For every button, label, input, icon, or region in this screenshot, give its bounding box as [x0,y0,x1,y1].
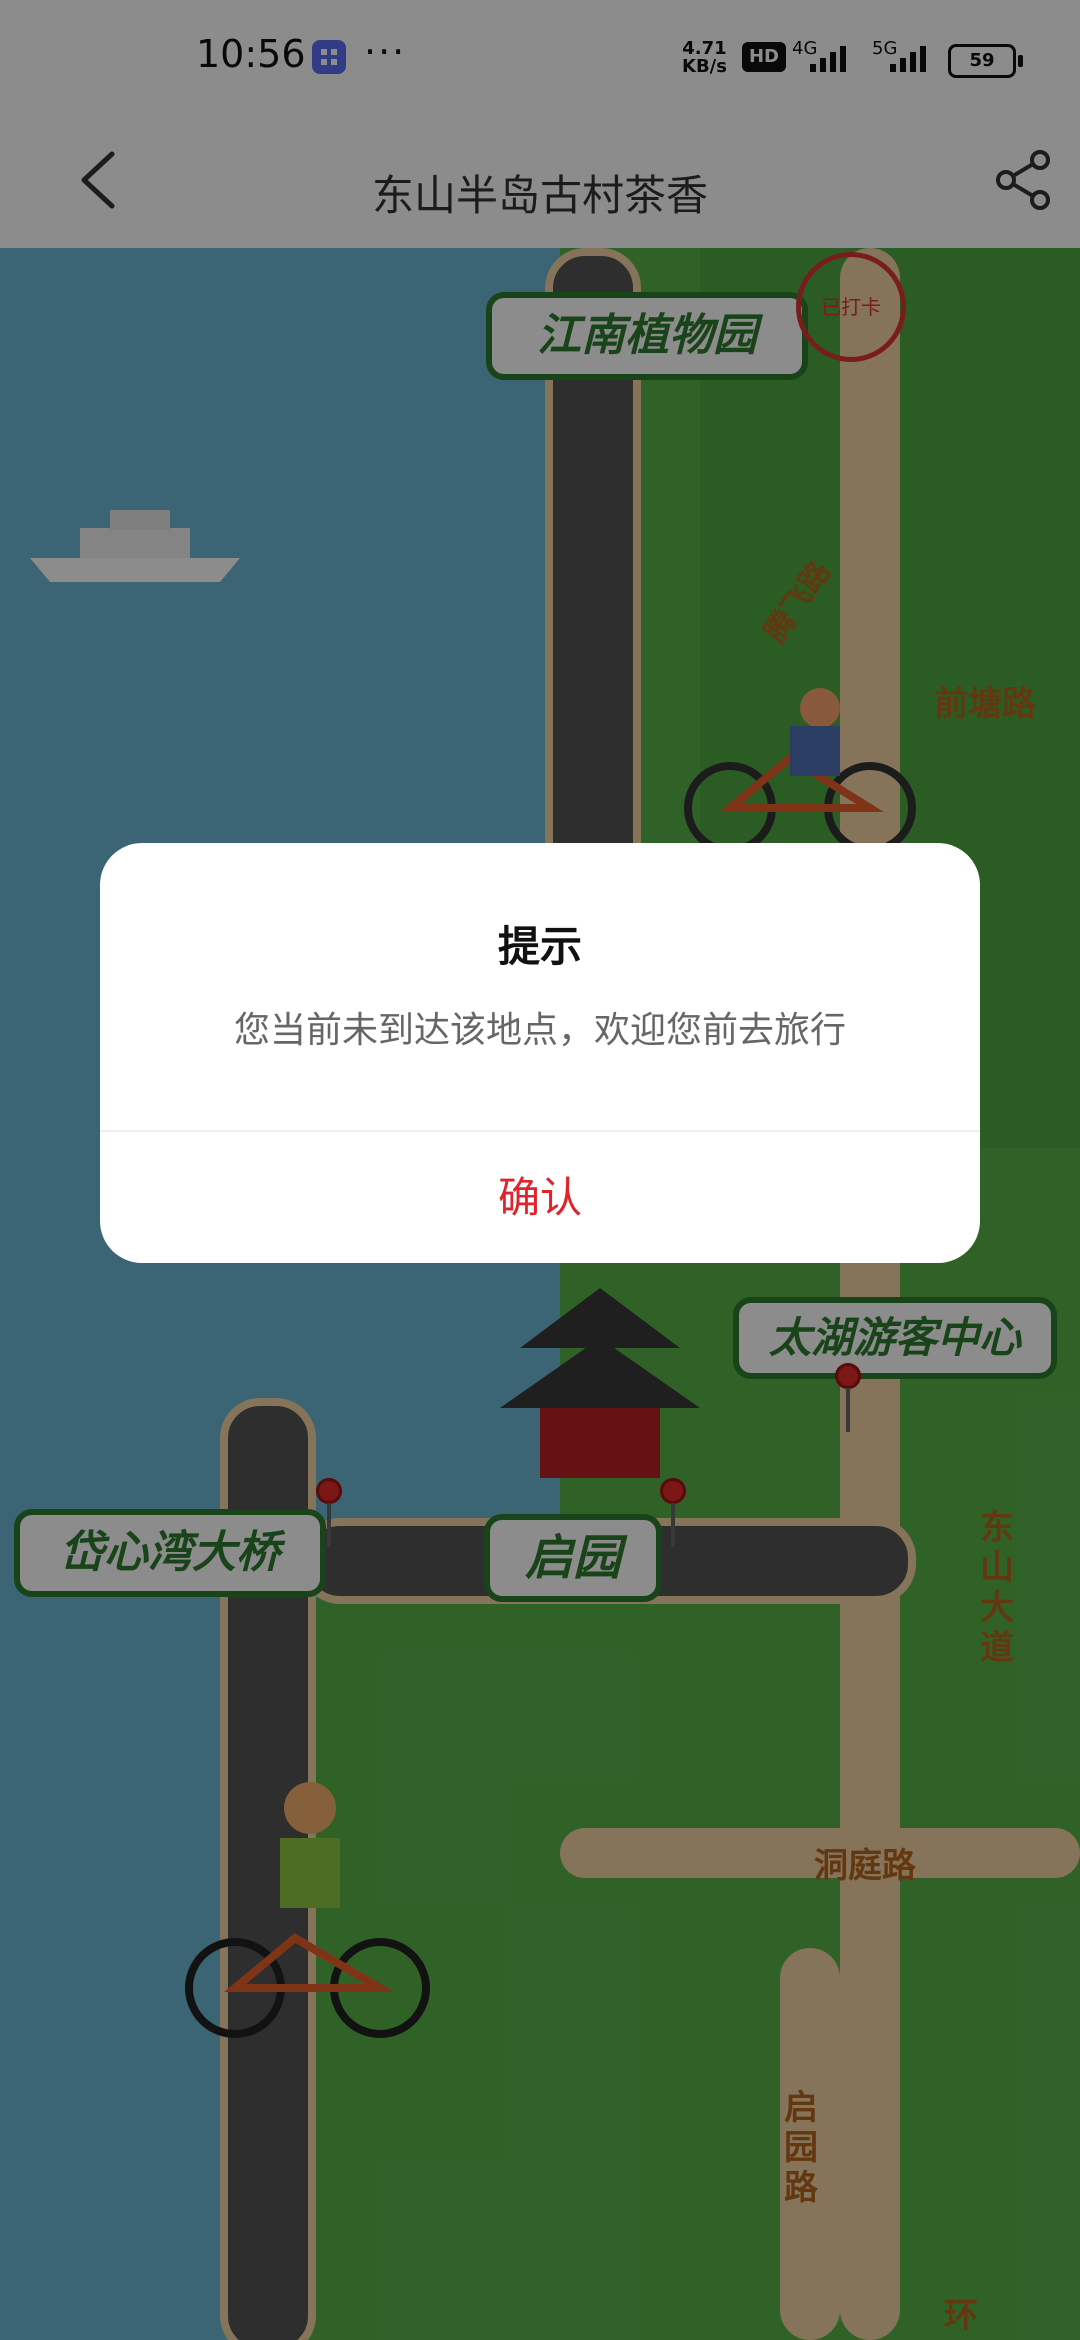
dialog-title: 提示 [497,922,582,971]
confirm-button[interactable]: 确认 [100,1132,980,1263]
alert-dialog: 提示 您当前未到达该地点，欢迎您前去旅行 确认 [100,843,980,1263]
dialog-message: 您当前未到达该地点，欢迎您前去旅行 [233,1010,846,1051]
